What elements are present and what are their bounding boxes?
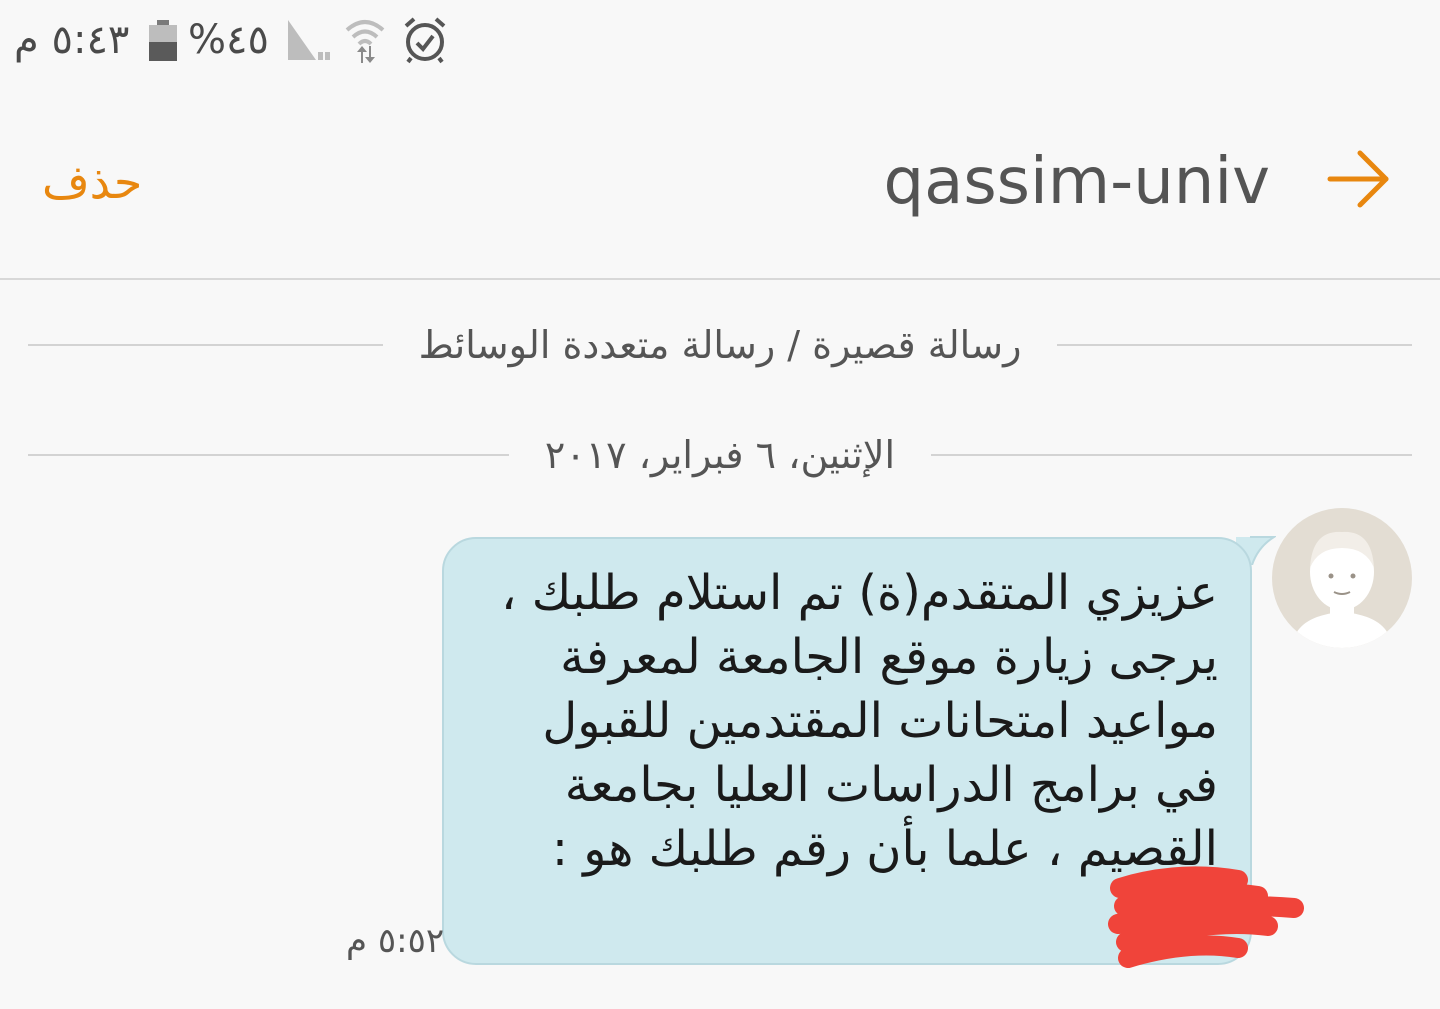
message-text: عزيزي المتقدم(ة) تم استلام طلبك ، يرجى ز… bbox=[500, 565, 1218, 877]
divider-line bbox=[28, 344, 383, 346]
message-screen: ٥:٤٣ م %٤٥ حذف qassim-univ رسالة قصيرة /… bbox=[0, 0, 1440, 1009]
wifi-icon bbox=[345, 20, 385, 63]
delete-button[interactable]: حذف bbox=[42, 142, 142, 222]
battery-icon bbox=[149, 20, 177, 61]
message-type-divider: رسالة قصيرة / رسالة متعددة الوسائط bbox=[28, 318, 1412, 372]
status-time: ٥:٤٣ م bbox=[14, 17, 130, 63]
divider-line bbox=[1057, 344, 1412, 346]
divider-line bbox=[931, 454, 1413, 456]
alarm-icon bbox=[404, 17, 446, 64]
divider-line bbox=[28, 454, 509, 456]
battery-percent: %٤٥ bbox=[188, 17, 269, 63]
message-type-label: رسالة قصيرة / رسالة متعددة الوسائط bbox=[418, 323, 1022, 367]
date-divider: الإثنين، ٦ فبراير، ٢٠١٧ bbox=[28, 428, 1413, 482]
status-bar: ٥:٤٣ م %٤٥ bbox=[0, 0, 1440, 90]
arrow-back-icon[interactable] bbox=[1326, 146, 1392, 212]
date-label: الإثنين، ٦ فبراير، ٢٠١٧ bbox=[544, 433, 896, 477]
action-bar: حذف qassim-univ bbox=[0, 90, 1440, 280]
signal-icon bbox=[288, 20, 330, 60]
contact-title: qassim-univ bbox=[883, 145, 1270, 219]
redaction-scribble bbox=[1108, 866, 1304, 968]
default-avatar-icon[interactable] bbox=[1272, 508, 1412, 648]
message-time: ٥:٥٢ م bbox=[346, 921, 445, 961]
